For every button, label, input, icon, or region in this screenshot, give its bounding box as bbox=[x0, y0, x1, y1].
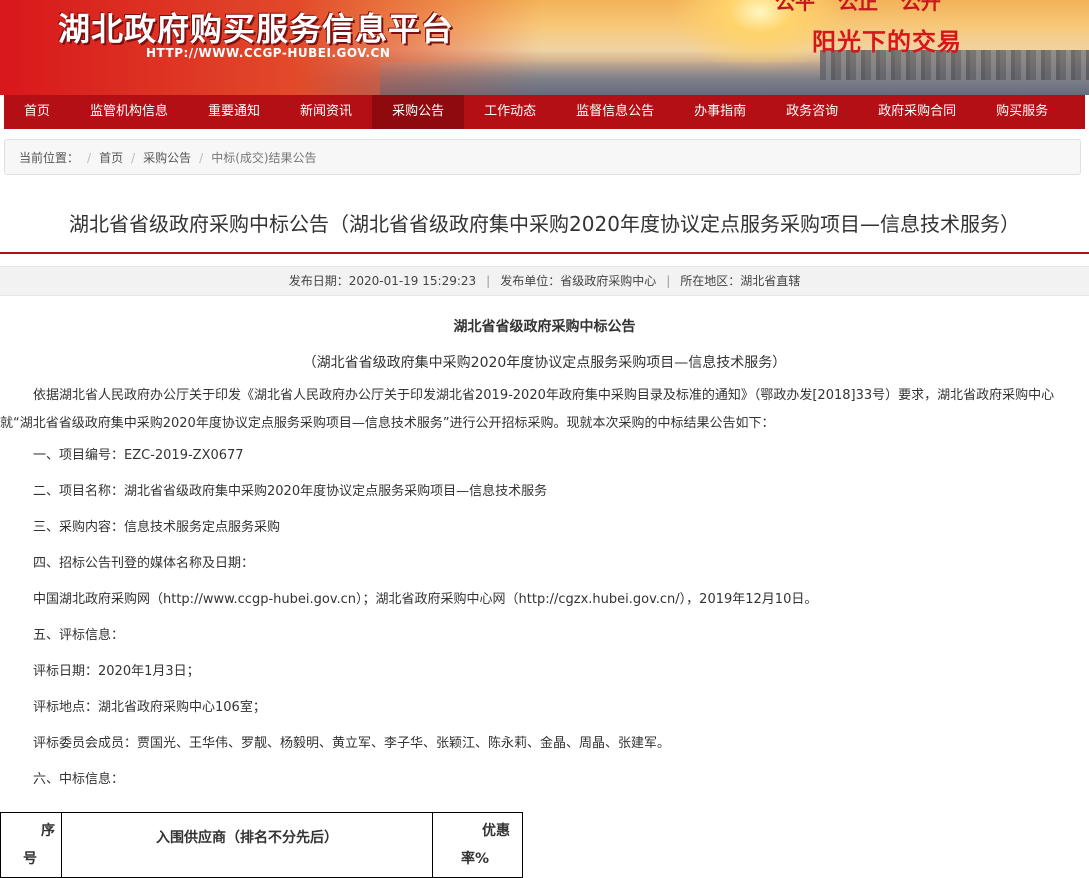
col-header-supplier: 入围供应商（排名不分先后） bbox=[61, 812, 433, 878]
col-header-number-line2: 号 bbox=[23, 851, 37, 867]
table-header-row: 序 号 入围供应商（排名不分先后） 优惠 率% bbox=[0, 812, 523, 878]
media-sources: 中国湖北政府采购网（http://www.ccgp-hubei.gov.cn）；… bbox=[33, 592, 818, 607]
slogan-fairness: 公平 公正 公开 bbox=[775, 0, 941, 14]
breadcrumb-separator: / bbox=[199, 151, 204, 165]
region: 所在地区：湖北省直辖 bbox=[680, 274, 801, 288]
article-meta: 发布日期：2020-01-19 15:29:23 | 发布单位：省级政府采购中心 | 所… bbox=[0, 266, 1089, 296]
nav-item-work-updates[interactable]: 工作动态 bbox=[464, 95, 556, 129]
title-divider bbox=[0, 252, 1089, 254]
body-heading: 湖北省省级政府采购中标公告 bbox=[453, 319, 636, 335]
slogan-sunshine-trade: 阳光下的交易 bbox=[812, 28, 962, 56]
breadcrumb: 当前位置： / 首页 / 采购公告 / 中标(成交)结果公告 bbox=[4, 139, 1081, 175]
evaluation-location: 评标地点：湖北省政府采购中心106室； bbox=[33, 700, 266, 715]
nav-item-consult[interactable]: 政务咨询 bbox=[766, 95, 858, 129]
breadcrumb-home-link[interactable]: 首页 bbox=[99, 151, 123, 165]
publisher: 发布单位：省级政府采购中心 bbox=[500, 274, 657, 288]
meta-separator: | bbox=[666, 274, 671, 288]
col-header-number-line1: 序 bbox=[41, 823, 55, 839]
col-header-discount: 优惠 率% bbox=[432, 812, 523, 878]
main-nav: 首页 监管机构信息 重要通知 新闻资讯 采购公告 工作动态 监督信息公告 办事指… bbox=[4, 95, 1085, 129]
award-heading: 六、中标信息： bbox=[33, 772, 125, 787]
evaluation-date: 评标日期：2020年1月3日； bbox=[33, 664, 200, 679]
nav-item-supervision[interactable]: 监督信息公告 bbox=[556, 95, 674, 129]
col-header-discount-line1: 优惠 bbox=[482, 823, 510, 839]
site-title[interactable]: 湖北政府购买服务信息平台 bbox=[58, 4, 454, 50]
nav-item-news[interactable]: 新闻资讯 bbox=[280, 95, 372, 129]
project-name: 二、项目名称：湖北省省级政府集中采购2020年度协议定点服务采购项目—信息技术服… bbox=[33, 484, 548, 499]
site-url: HTTP://WWW.CCGP-HUBEI.GOV.CN bbox=[146, 46, 391, 60]
article-body: 湖北省省级政府采购中标公告 （湖北省省级政府集中采购2020年度协议定点服务采购… bbox=[0, 310, 1089, 798]
site-banner: 湖北政府购买服务信息平台 HTTP://WWW.CCGP-HUBEI.GOV.C… bbox=[0, 0, 1089, 95]
nav-item-notices[interactable]: 重要通知 bbox=[188, 95, 280, 129]
body-subheading: （湖北省省级政府集中采购2020年度协议定点服务采购项目—信息技术服务） bbox=[302, 355, 787, 371]
page-title: 湖北省省级政府采购中标公告（湖北省省级政府集中采购2020年度协议定点服务采购项… bbox=[69, 212, 1020, 236]
breadcrumb-current: 中标(成交)结果公告 bbox=[211, 151, 317, 165]
nav-item-purchase-services[interactable]: 购买服务 bbox=[976, 95, 1068, 129]
nav-item-home[interactable]: 首页 bbox=[4, 95, 70, 129]
meta-separator: | bbox=[486, 274, 491, 288]
nav-item-procurement-notices[interactable]: 采购公告 bbox=[372, 95, 465, 129]
publish-date: 发布日期：2020-01-19 15:29:23 bbox=[288, 274, 477, 288]
media-heading: 四、招标公告刊登的媒体名称及日期： bbox=[33, 556, 255, 571]
project-number: 一、项目编号：EZC-2019-ZX0677 bbox=[33, 448, 244, 463]
procurement-content: 三、采购内容：信息技术服务定点服务采购 bbox=[33, 520, 281, 535]
nav-item-guide[interactable]: 办事指南 bbox=[674, 95, 766, 129]
intro-paragraph: 依据湖北省人民政府办公厅关于印发《湖北省人民政府办公厅关于印发湖北省2019-2… bbox=[0, 388, 1055, 431]
col-header-supplier-label: 入围供应商（排名不分先后） bbox=[156, 830, 338, 846]
evaluation-heading: 五、评标信息： bbox=[33, 628, 125, 643]
col-header-discount-line2: 率% bbox=[461, 851, 490, 867]
nav-item-contracts[interactable]: 政府采购合同 bbox=[858, 95, 976, 129]
award-table: 序 号 入围供应商（排名不分先后） 优惠 率% bbox=[0, 812, 523, 878]
breadcrumb-separator: / bbox=[131, 151, 136, 165]
col-header-number: 序 号 bbox=[0, 812, 62, 878]
breadcrumb-label: 当前位置： bbox=[19, 151, 80, 165]
breadcrumb-separator: / bbox=[87, 151, 92, 165]
breadcrumb-procurement-link[interactable]: 采购公告 bbox=[143, 151, 191, 165]
nav-item-regulators[interactable]: 监管机构信息 bbox=[70, 95, 188, 129]
evaluation-committee: 评标委员会成员：贾国光、王华伟、罗靓、杨毅明、黄立军、李子华、张颖江、陈永莉、金… bbox=[33, 736, 671, 751]
